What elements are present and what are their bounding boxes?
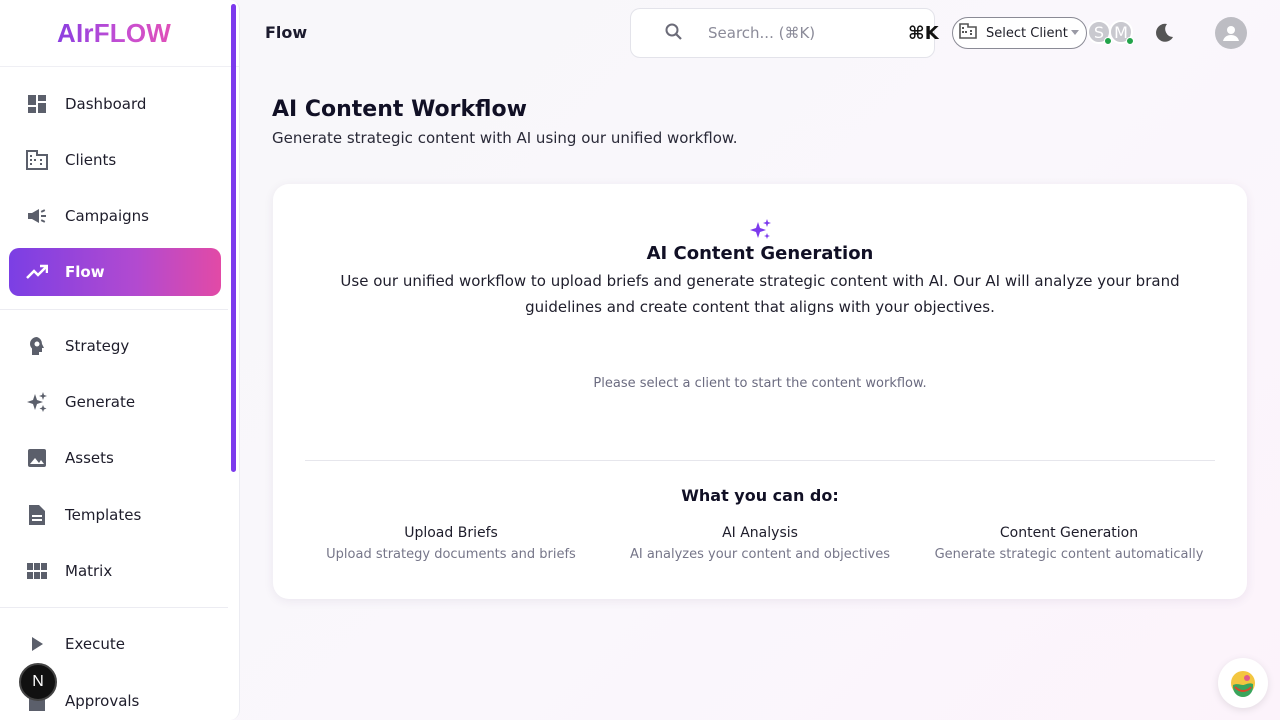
person-icon xyxy=(1223,26,1239,41)
chevron-down-icon xyxy=(1071,30,1079,35)
presence-initial: S xyxy=(1093,22,1105,42)
client-select-label: Select Client xyxy=(986,25,1068,41)
feature-description: Generate strategic content automatically xyxy=(934,547,1204,562)
brand-logo[interactable]: AIrFLOW xyxy=(57,18,171,49)
workflow-card: AI Content Generation Use our unified wo… xyxy=(273,184,1247,599)
online-indicator xyxy=(1126,37,1134,45)
feature-upload-briefs: Upload Briefs Upload strategy documents … xyxy=(291,525,611,562)
logo-area: AIrFLOW xyxy=(0,0,239,67)
assistant-launcher-button[interactable] xyxy=(1218,658,1268,708)
image-icon xyxy=(26,447,48,469)
sidebar-item-dashboard[interactable]: Dashboard xyxy=(9,80,221,128)
feature-content-generation: Content Generation Generate strategic co… xyxy=(909,525,1229,562)
sidebar-item-label: Templates xyxy=(65,506,142,524)
search-box[interactable]: Search... (⌘K) ⌘K xyxy=(630,8,939,58)
document-icon xyxy=(26,504,48,526)
card-description: Use our unified workflow to upload brief… xyxy=(340,272,1180,316)
page-subtitle: Generate strategic content with AI using… xyxy=(272,129,738,147)
sidebar-item-flow[interactable]: Flow xyxy=(9,248,221,296)
sidebar-item-clients[interactable]: Clients xyxy=(9,136,221,184)
sparkle-icon xyxy=(749,218,773,246)
sidebar-item-campaigns[interactable]: Campaigns xyxy=(9,192,221,240)
sidebar-item-generate[interactable]: Generate xyxy=(9,378,221,426)
sidebar-item-execute[interactable]: Execute xyxy=(9,620,221,668)
sidebar-item-label: Execute xyxy=(65,635,125,653)
sidebar-item-label: Approvals xyxy=(65,692,140,710)
psychology-icon xyxy=(26,335,48,357)
building-icon xyxy=(959,23,977,43)
sidebar-item-label: Assets xyxy=(65,449,114,467)
sidebar-item-strategy[interactable]: Strategy xyxy=(9,322,221,370)
search-input[interactable]: Search... (⌘K) xyxy=(708,24,815,42)
sidebar-item-label: Campaigns xyxy=(65,207,150,225)
sidebar-item-label: Generate xyxy=(65,393,136,411)
page-title: AI Content Workflow xyxy=(272,97,527,122)
dashboard-icon xyxy=(26,93,48,115)
feature-ai-analysis: AI Analysis AI analyzes your content and… xyxy=(600,525,920,562)
dev-tools-badge[interactable]: N xyxy=(19,663,57,701)
sidebar-item-matrix[interactable]: Matrix xyxy=(9,547,221,595)
sidebar-item-label: Clients xyxy=(65,151,117,169)
sidebar-item-label: Matrix xyxy=(65,562,113,580)
feature-title: AI Analysis xyxy=(722,525,798,541)
sidebar-item-label: Dashboard xyxy=(65,95,147,113)
card-title: AI Content Generation xyxy=(646,243,874,264)
sidebar-item-label: Flow xyxy=(65,263,105,281)
top-header: Flow Search... (⌘K) ⌘K Select Client S M xyxy=(241,0,1280,67)
nav-divider xyxy=(0,309,228,310)
user-avatar[interactable] xyxy=(1215,17,1247,49)
select-client-hint: Please select a client to start the cont… xyxy=(593,376,927,391)
card-divider xyxy=(305,460,1215,461)
presence-avatar[interactable]: M xyxy=(1109,20,1134,45)
client-select[interactable]: Select Client xyxy=(952,17,1087,49)
sidebar-item-label: Strategy xyxy=(65,337,130,355)
building-icon xyxy=(26,149,48,171)
sidebar-item-assets[interactable]: Assets xyxy=(9,434,221,482)
presence-avatar[interactable]: S xyxy=(1087,20,1112,45)
feature-title: Content Generation xyxy=(999,525,1139,541)
feature-description: AI analyzes your content and objectives xyxy=(629,547,891,562)
assistant-icon xyxy=(1231,671,1255,697)
nav-divider xyxy=(0,607,228,608)
sidebar-scrollbar[interactable] xyxy=(231,4,236,472)
search-shortcut: ⌘K xyxy=(908,23,939,44)
trending-up-icon xyxy=(26,261,48,283)
sparkle-icon xyxy=(26,391,48,413)
grid-icon xyxy=(26,560,48,582)
megaphone-icon xyxy=(26,205,48,227)
app-root: AIrFLOW Dashboard Clients Campaigns Flow xyxy=(0,0,1280,720)
sidebar-item-templates[interactable]: Templates xyxy=(9,491,221,539)
page-name: Flow xyxy=(265,23,308,42)
sidebar: AIrFLOW Dashboard Clients Campaigns Flow xyxy=(0,0,240,720)
search-icon xyxy=(665,23,683,45)
moon-icon[interactable] xyxy=(1153,22,1175,48)
feature-description: Upload strategy documents and briefs xyxy=(326,547,576,562)
features-heading: What you can do: xyxy=(681,486,839,505)
play-icon xyxy=(26,633,48,655)
feature-title: Upload Briefs xyxy=(404,525,498,541)
